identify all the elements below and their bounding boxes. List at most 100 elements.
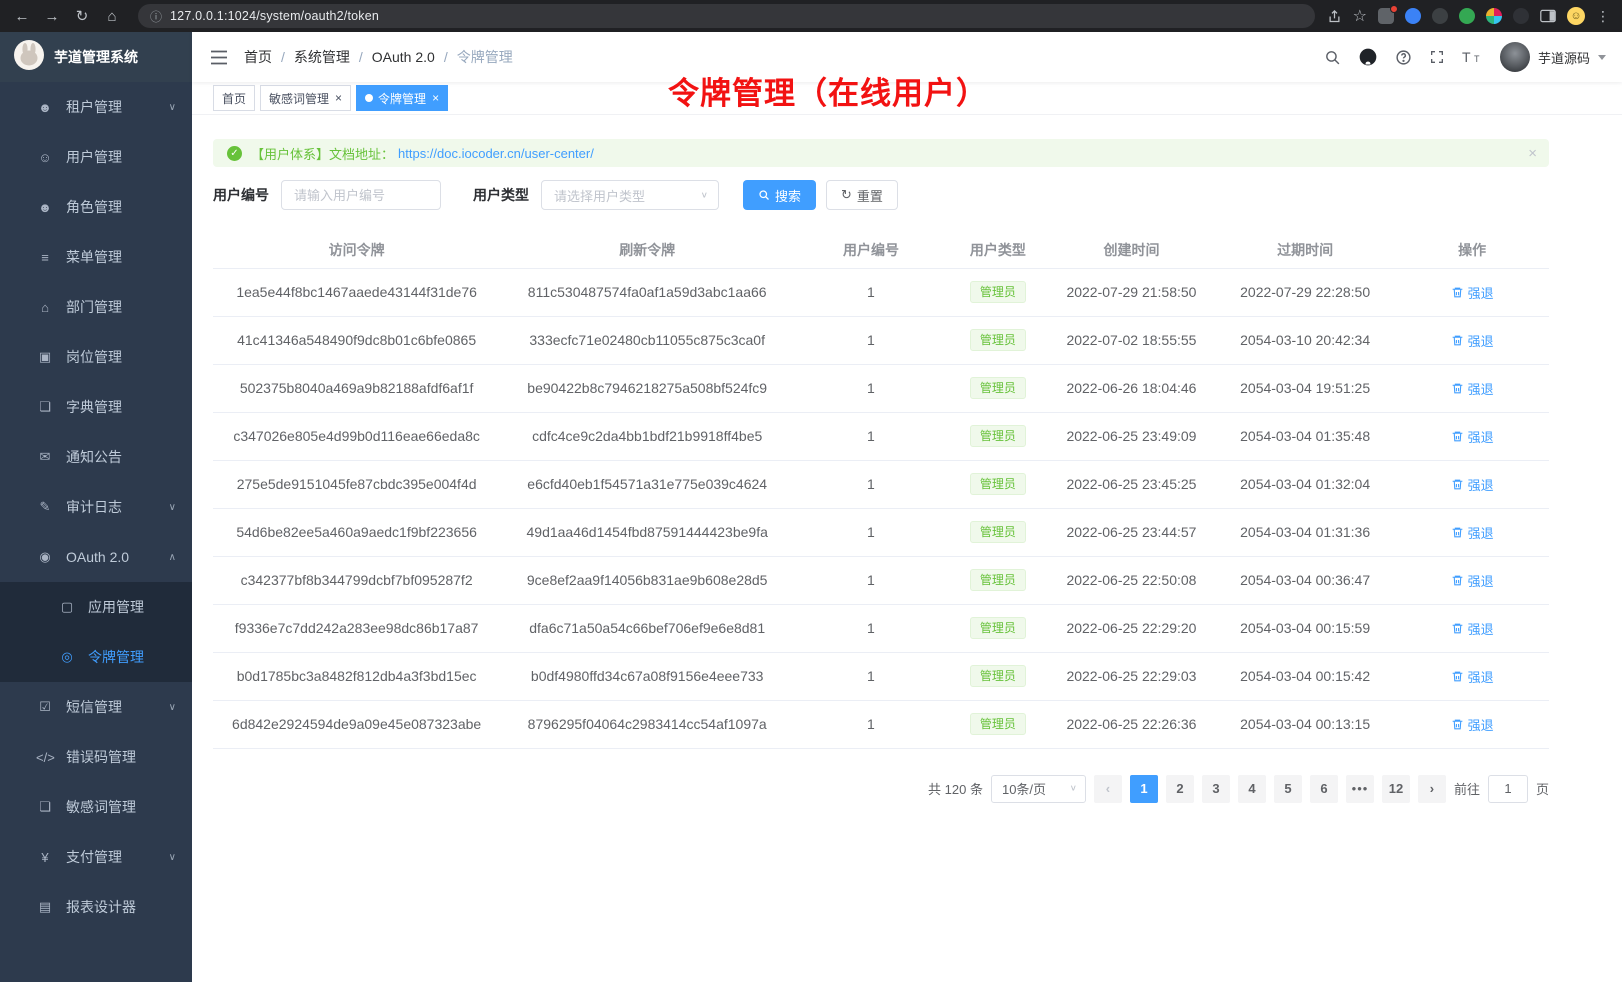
force-logout-button[interactable]: 强退 bbox=[1451, 667, 1494, 686]
sidebar-item-sensitive-word[interactable]: ❏敏感词管理 bbox=[0, 782, 192, 832]
user-menu[interactable]: 芋道源码 bbox=[1500, 42, 1606, 72]
chevron-down-icon: ∨ bbox=[169, 702, 176, 713]
force-logout-button[interactable]: 强退 bbox=[1451, 331, 1494, 350]
next-page-button[interactable]: › bbox=[1418, 775, 1446, 803]
fullscreen-icon[interactable] bbox=[1429, 49, 1445, 65]
site-info-icon[interactable]: ⓘ bbox=[150, 8, 162, 25]
page-button[interactable]: 4 bbox=[1238, 775, 1266, 803]
browser-forward-icon[interactable]: → bbox=[38, 3, 66, 29]
breadcrumb-item[interactable]: OAuth 2.0 bbox=[372, 49, 435, 65]
extension-icon[interactable] bbox=[1405, 8, 1421, 24]
browser-home-icon[interactable]: ⌂ bbox=[98, 3, 126, 29]
browser-menu-icon[interactable]: ⋮ bbox=[1596, 8, 1610, 25]
help-icon[interactable] bbox=[1395, 49, 1412, 66]
table-row: 275e5de9151045fe87cbdc395e004f4de6cfd40e… bbox=[213, 460, 1549, 508]
page-button[interactable]: 2 bbox=[1166, 775, 1194, 803]
force-logout-button[interactable]: 强退 bbox=[1451, 571, 1494, 590]
force-logout-label: 强退 bbox=[1468, 283, 1494, 302]
goto-page-input[interactable] bbox=[1488, 775, 1528, 803]
chevron-down-icon: ∨ bbox=[169, 102, 176, 113]
sidebar-item-menu[interactable]: ≡菜单管理 bbox=[0, 232, 192, 282]
force-logout-button[interactable]: 强退 bbox=[1451, 379, 1494, 398]
sidebar-item-report-designer[interactable]: ▤报表设计器 bbox=[0, 882, 192, 932]
tab-home[interactable]: 首页 bbox=[213, 85, 255, 111]
active-dot bbox=[365, 94, 373, 102]
sidebar-item-tenant[interactable]: ☻租户管理∨ bbox=[0, 82, 192, 132]
browser-profile-avatar[interactable]: ☺ bbox=[1567, 7, 1585, 25]
refresh-token-cell: 8796295f04064c2983414cc54af1097a bbox=[500, 700, 794, 748]
side-panel-icon[interactable] bbox=[1540, 9, 1556, 23]
force-logout-button[interactable]: 强退 bbox=[1451, 475, 1494, 494]
page-button[interactable]: 5 bbox=[1274, 775, 1302, 803]
close-icon[interactable]: × bbox=[432, 91, 439, 105]
breadcrumb-item[interactable]: 系统管理 bbox=[294, 47, 350, 67]
share-icon[interactable] bbox=[1327, 9, 1342, 24]
sidebar-item-dict[interactable]: ❏字典管理 bbox=[0, 382, 192, 432]
sidebar-item-post[interactable]: ▣岗位管理 bbox=[0, 332, 192, 382]
sidebar-item-sms[interactable]: ☑短信管理∨ bbox=[0, 682, 192, 732]
sidebar-item-error-code[interactable]: </>错误码管理 bbox=[0, 732, 192, 782]
force-logout-label: 强退 bbox=[1468, 715, 1494, 734]
close-icon[interactable]: × bbox=[335, 91, 342, 105]
extension-icon[interactable] bbox=[1432, 8, 1448, 24]
user-id-cell: 1 bbox=[794, 316, 948, 364]
extension-icon[interactable] bbox=[1459, 8, 1475, 24]
action-cell: 强退 bbox=[1395, 364, 1549, 412]
force-logout-button[interactable]: 强退 bbox=[1451, 523, 1494, 542]
search-icon[interactable] bbox=[1324, 49, 1341, 66]
browser-refresh-icon[interactable]: ↻ bbox=[68, 3, 96, 29]
force-logout-label: 强退 bbox=[1468, 475, 1494, 494]
refresh-icon: ↻ bbox=[841, 187, 852, 203]
table-row: c347026e805e4d99b0d116eae66eda8ccdfc4ce9… bbox=[213, 412, 1549, 460]
tab-sensitive-word[interactable]: 敏感词管理× bbox=[260, 85, 351, 111]
extension-icon[interactable] bbox=[1513, 8, 1529, 24]
force-logout-button[interactable]: 强退 bbox=[1451, 283, 1494, 302]
font-size-icon[interactable]: TT bbox=[1462, 49, 1483, 65]
column-header: 创建时间 bbox=[1048, 232, 1215, 268]
hamburger-icon[interactable] bbox=[210, 50, 228, 65]
github-icon[interactable] bbox=[1358, 47, 1378, 67]
refresh-token-cell: 333ecfc71e02480cb11055c875c3ca0f bbox=[500, 316, 794, 364]
extension-icon[interactable] bbox=[1486, 8, 1502, 24]
tab-token[interactable]: 令牌管理× bbox=[356, 85, 448, 111]
user-type-label: 用户类型 bbox=[473, 185, 529, 205]
trash-icon bbox=[1451, 622, 1464, 635]
column-header: 访问令牌 bbox=[213, 232, 500, 268]
pagination: 共 120 条 10条/页 ∨ ‹ 123456•••12 › 前往 页 bbox=[213, 775, 1549, 803]
sidebar-item-notice[interactable]: ✉通知公告 bbox=[0, 432, 192, 482]
notification-badge bbox=[1390, 5, 1398, 13]
bookmark-star-icon[interactable]: ☆ bbox=[1353, 6, 1367, 26]
user-name: 芋道源码 bbox=[1538, 48, 1590, 67]
extension-icon[interactable] bbox=[1378, 8, 1394, 24]
sidebar-item-user[interactable]: ☺用户管理 bbox=[0, 132, 192, 182]
user-id-input[interactable] bbox=[281, 180, 441, 210]
page-button[interactable]: 1 bbox=[1130, 775, 1158, 803]
search-button[interactable]: 搜索 bbox=[743, 180, 816, 210]
force-logout-button[interactable]: 强退 bbox=[1451, 715, 1494, 734]
force-logout-button[interactable]: 强退 bbox=[1451, 619, 1494, 638]
address-bar[interactable]: ⓘ 127.0.0.1:1024/system/oauth2/token bbox=[138, 4, 1315, 28]
prev-page-button[interactable]: ‹ bbox=[1094, 775, 1122, 803]
sidebar-item-dept[interactable]: ⌂部门管理 bbox=[0, 282, 192, 332]
sidebar-item-oauth[interactable]: ◉OAuth 2.0∧ bbox=[0, 532, 192, 582]
sidebar-item-pay[interactable]: ¥支付管理∨ bbox=[0, 832, 192, 882]
alert-close-icon[interactable]: × bbox=[1528, 145, 1537, 162]
breadcrumb-item[interactable]: 首页 bbox=[244, 47, 272, 67]
user-type-select[interactable]: 请选择用户类型 ∨ bbox=[541, 180, 719, 210]
chevron-down-icon: ∨ bbox=[169, 852, 176, 863]
doc-link[interactable]: https://doc.iocoder.cn/user-center/ bbox=[398, 146, 594, 161]
sidebar-item-audit-log[interactable]: ✎审计日志∨ bbox=[0, 482, 192, 532]
browser-back-icon[interactable]: ← bbox=[8, 3, 36, 29]
sidebar-item-oauth-app[interactable]: ▢应用管理 bbox=[0, 582, 192, 632]
reset-button[interactable]: ↻ 重置 bbox=[826, 180, 898, 210]
page-button[interactable]: 12 bbox=[1382, 775, 1410, 803]
sidebar-item-oauth-token[interactable]: ◎令牌管理 bbox=[0, 632, 192, 682]
page-size-select[interactable]: 10条/页 ∨ bbox=[991, 775, 1086, 803]
page-button[interactable]: 6 bbox=[1310, 775, 1338, 803]
pager-ellipsis[interactable]: ••• bbox=[1346, 775, 1374, 803]
app-logo[interactable]: 芋道管理系统 bbox=[0, 32, 192, 82]
page-button[interactable]: 3 bbox=[1202, 775, 1230, 803]
trash-icon bbox=[1451, 670, 1464, 683]
force-logout-button[interactable]: 强退 bbox=[1451, 427, 1494, 446]
sidebar-item-role[interactable]: ☻角色管理 bbox=[0, 182, 192, 232]
